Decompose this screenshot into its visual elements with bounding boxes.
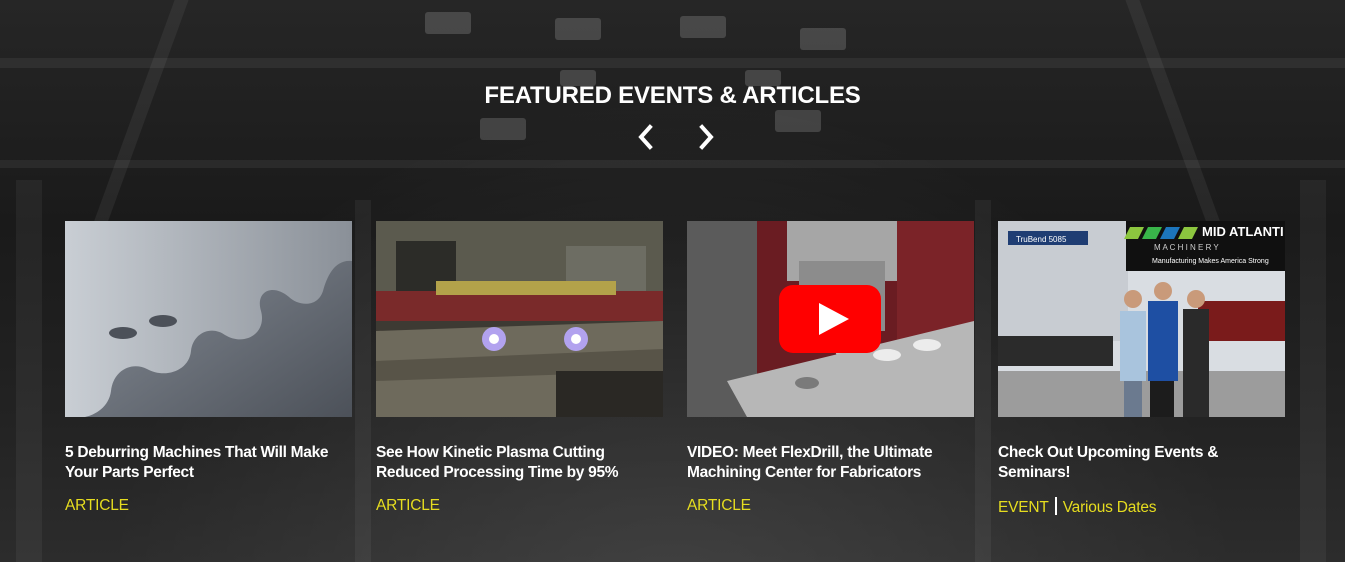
card-title[interactable]: See How Kinetic Plasma Cutting Reduced P… [376,443,663,483]
machine-label: TruBend 5085 [1016,235,1067,244]
carousel-prev-button[interactable] [634,122,658,152]
featured-card-flexdrill: VIDEO: Meet FlexDrill, the Ultimate Mach… [687,221,974,515]
meta-divider [1054,497,1057,515]
card-type-label[interactable]: ARTICLE [65,497,129,514]
card-title[interactable]: VIDEO: Meet FlexDrill, the Ultimate Mach… [687,443,974,483]
carousel-nav [0,122,1345,152]
card-title[interactable]: 5 Deburring Machines That Will Make Your… [65,443,352,483]
play-video-button[interactable] [779,285,881,353]
card-thumbnail-metal-part[interactable] [65,221,352,417]
card-meta: EVENT Various Dates [998,497,1285,517]
chevron-right-icon [699,124,714,150]
card-date-label[interactable]: Various Dates [1063,499,1157,516]
card-thumbnail-plasma-cutter[interactable] [376,221,663,417]
card-meta: ARTICLE [376,497,663,515]
carousel-next-button[interactable] [694,122,718,152]
card-type-label[interactable]: EVENT [998,499,1049,516]
card-type-label[interactable]: ARTICLE [687,497,751,514]
card-thumbnail-flexdrill-video[interactable] [687,221,974,417]
card-type-label[interactable]: ARTICLE [376,497,440,514]
trade-show-banner-subbrand: M A C H I N E R Y [1154,243,1219,252]
featured-card-plasma: See How Kinetic Plasma Cutting Reduced P… [376,221,663,515]
featured-card-events: MID ATLANTI M A C H I N E R Y Manufactur… [998,221,1285,517]
trade-show-banner-tagline: Manufacturing Makes America Strong [1152,258,1269,265]
chevron-left-icon [638,124,653,150]
card-title[interactable]: Check Out Upcoming Events & Seminars! [998,443,1285,483]
card-meta: ARTICLE [687,497,974,515]
card-thumbnail-trade-show[interactable]: MID ATLANTI M A C H I N E R Y Manufactur… [998,221,1285,417]
card-meta: ARTICLE [65,497,352,515]
featured-card-deburring: 5 Deburring Machines That Will Make Your… [65,221,352,515]
section-title: FEATURED EVENTS & ARTICLES [484,82,861,109]
trade-show-banner-brand: MID ATLANTI [1202,224,1284,239]
